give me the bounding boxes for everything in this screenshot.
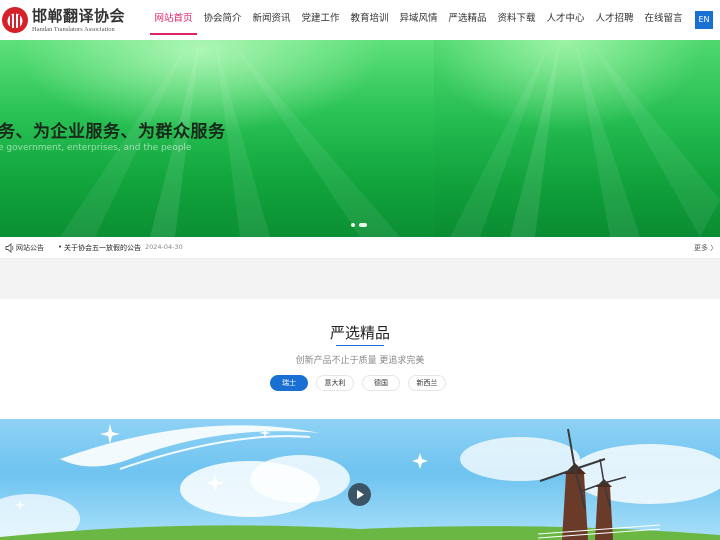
notice-link[interactable]: 关于协会五一放假的公告 (64, 243, 141, 253)
tab-germany[interactable]: 德国 (362, 375, 400, 391)
section-title-underline (336, 345, 384, 346)
banner-subtitle: e government, enterprises, and the peopl… (0, 143, 192, 153)
tab-new-zealand[interactable]: 新西兰 (408, 375, 446, 391)
language-button[interactable]: EN (695, 11, 713, 29)
nav-item-talent[interactable]: 人才中心 (541, 0, 590, 40)
category-tabs: 瑞士 意大利 德国 新西兰 (270, 375, 446, 391)
spacer-band (0, 259, 720, 299)
nav-item-products[interactable]: 严选精品 (443, 0, 492, 40)
section-subtitle: 创新产品不止于质量 更追求完美 (295, 356, 425, 366)
nav-item-home[interactable]: 网站首页 (149, 0, 198, 40)
notice-title: 网站公告 (16, 244, 44, 252)
speaker-icon (5, 243, 14, 253)
logo[interactable]: 邯郸翻译协会 Handan Translators Association (1, 4, 125, 36)
tab-switzerland[interactable]: 瑞士 (270, 375, 308, 391)
notice-bar: 网站公告 • 关于协会五一放假的公告 2024-04-30 更多 〉 (0, 237, 720, 259)
header: 邯郸翻译协会 Handan Translators Association 网站… (0, 0, 720, 40)
nav-item-downloads[interactable]: 资料下载 (492, 0, 541, 40)
section-title: 严选精品 (329, 324, 390, 342)
banner-headline: 务、为企业服务、为群众服务 (0, 122, 226, 142)
hero-banner[interactable]: 务、为企业服务、为群众服务 e government, enterprises,… (0, 40, 720, 237)
nav-item-news[interactable]: 新闻资讯 (247, 0, 296, 40)
logo-mark-icon (2, 7, 28, 33)
nav-item-party[interactable]: 党建工作 (296, 0, 345, 40)
nav-item-exotic[interactable]: 异域风情 (394, 0, 443, 40)
windmill-landscape-image (0, 424, 720, 540)
play-icon (357, 490, 364, 499)
slider-dots (351, 223, 367, 227)
logo-title: 邯郸翻译协会 (32, 7, 126, 25)
nav-item-training[interactable]: 教育培训 (345, 0, 394, 40)
main-nav: 网站首页 协会简介 新闻资讯 党建工作 教育培训 异域风情 严选精品 资料下载 … (149, 0, 688, 40)
notice-date: 2024-04-30 (145, 243, 183, 251)
nav-item-message[interactable]: 在线留言 (639, 0, 688, 40)
play-button[interactable] (348, 483, 371, 506)
tab-italy[interactable]: 意大利 (316, 375, 354, 391)
page: 邯郸翻译协会 Handan Translators Association 网站… (0, 0, 720, 540)
logo-subtitle: Handan Translators Association (32, 26, 115, 33)
slider-dot-active[interactable] (359, 223, 367, 227)
nav-item-recruitment[interactable]: 人才招聘 (590, 0, 639, 40)
video-banner[interactable] (0, 419, 720, 540)
notice-bullet: • (58, 243, 63, 251)
slider-dot[interactable] (351, 223, 355, 227)
more-link[interactable]: 更多 〉 (694, 243, 717, 253)
nav-item-about[interactable]: 协会简介 (198, 0, 247, 40)
